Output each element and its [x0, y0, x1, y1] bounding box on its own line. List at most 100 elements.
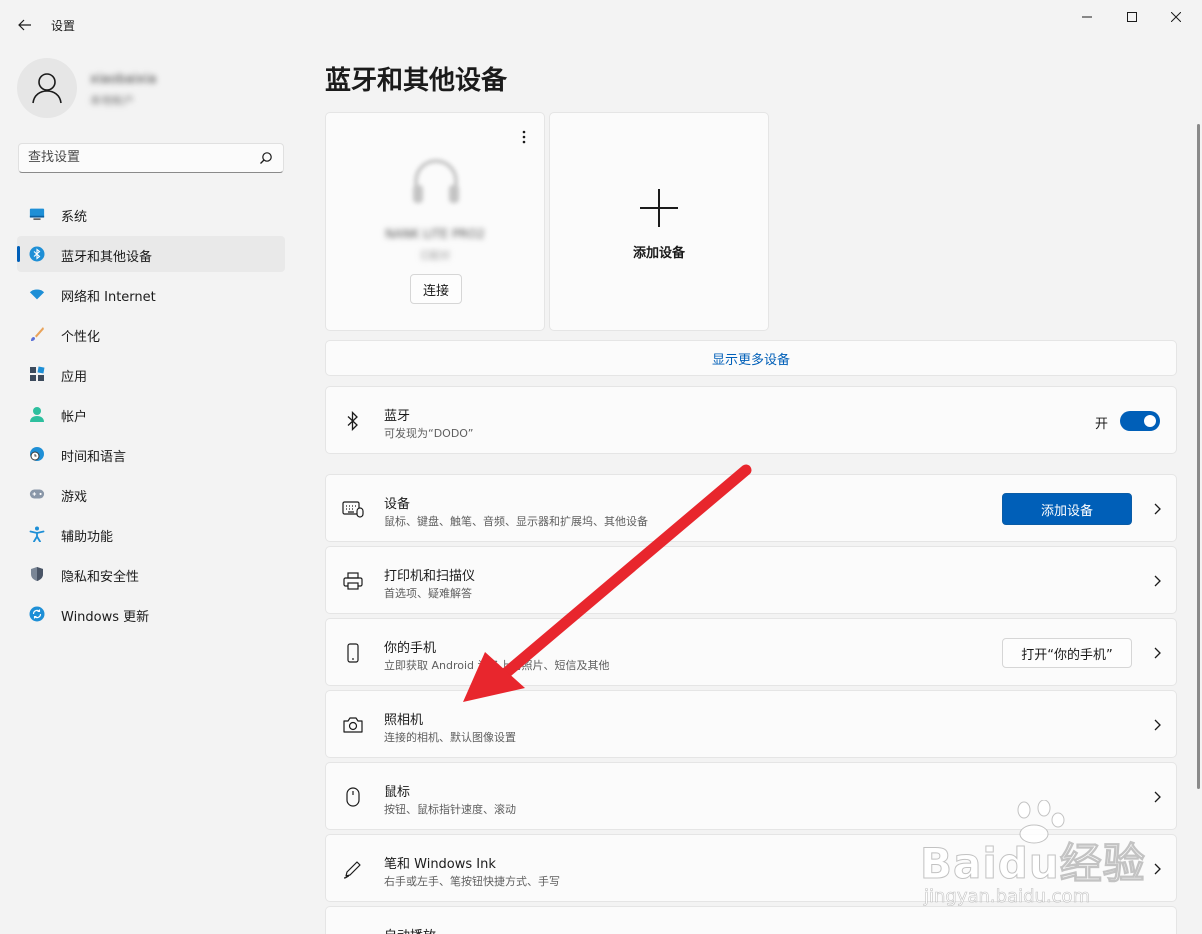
- pen-icon: [342, 858, 364, 880]
- row-subtitle: 鼠标、键盘、触笔、音频、显示器和扩展坞、其他设备: [384, 515, 648, 528]
- brush-icon: [29, 326, 45, 342]
- headphones-icon: [413, 159, 459, 203]
- settings-row-your-phone[interactable]: 你的手机 立即获取 Android 设备上的照片、短信及其他 打开“你的手机”: [325, 618, 1177, 686]
- sidebar-item-apps[interactable]: 应用: [17, 356, 285, 392]
- sidebar-item-gaming[interactable]: 游戏: [17, 476, 285, 512]
- watermark-url: jingyan.baidu.com: [924, 886, 1091, 908]
- bluetooth-toggle[interactable]: [1120, 411, 1160, 431]
- bluetooth-row: 蓝牙 可发现为“DODO” 开: [325, 386, 1177, 454]
- watermark-brand: Baidu经验: [920, 839, 1146, 889]
- close-icon: [1171, 12, 1181, 22]
- globe-clock-icon: [29, 446, 45, 462]
- settings-row-printers[interactable]: 打印机和扫描仪 首选项、疑难解答: [325, 546, 1177, 614]
- user-account-type: 本地帐户: [90, 94, 134, 107]
- open-your-phone-button[interactable]: 打开“你的手机”: [1002, 638, 1132, 668]
- sidebar-item-windows-update[interactable]: Windows 更新: [17, 596, 285, 632]
- sidebar-item-label: 辅助功能: [61, 530, 114, 545]
- gamepad-icon: [29, 486, 45, 502]
- device-status: 已配对: [420, 251, 450, 262]
- more-options-icon[interactable]: [518, 129, 530, 145]
- chevron-right-icon[interactable]: [1152, 502, 1162, 516]
- mouse-icon: [342, 786, 364, 808]
- maximize-button[interactable]: [1109, 0, 1155, 34]
- chevron-right-icon[interactable]: [1152, 574, 1162, 588]
- update-icon: [29, 606, 45, 622]
- row-title: 自动播放: [384, 925, 436, 934]
- show-more-devices-button[interactable]: 显示更多设备: [325, 340, 1177, 376]
- add-device-button[interactable]: 添加设备: [1002, 493, 1132, 525]
- sidebar-item-label: 游戏: [61, 490, 88, 505]
- apps-icon: [29, 366, 45, 382]
- row-subtitle: 立即获取 Android 设备上的照片、短信及其他: [384, 659, 610, 672]
- accessibility-icon: [29, 526, 45, 542]
- sidebar-item-label: Windows 更新: [61, 610, 150, 625]
- sidebar-item-label: 应用: [61, 370, 88, 385]
- settings-row-autoplay[interactable]: 自动播放: [325, 906, 1177, 934]
- back-arrow-icon: [18, 19, 31, 31]
- scrollbar[interactable]: [1197, 124, 1200, 789]
- sidebar-item-label: 系统: [61, 210, 88, 225]
- add-device-card[interactable]: 添加设备: [549, 112, 769, 331]
- sidebar-item-label: 网络和 Internet: [61, 290, 156, 305]
- row-subtitle: 按钮、鼠标指针速度、滚动: [384, 803, 516, 816]
- sidebar-item-label: 蓝牙和其他设备: [61, 250, 153, 265]
- settings-row-camera[interactable]: 照相机 连接的相机、默认图像设置: [325, 690, 1177, 758]
- row-subtitle: 连接的相机、默认图像设置: [384, 731, 516, 744]
- minimize-button[interactable]: [1064, 0, 1110, 34]
- row-title: 设备: [384, 497, 411, 512]
- watermark: Baidu经验 jingyan.baidu.com: [920, 800, 1170, 910]
- monitor-icon: [29, 206, 45, 222]
- search-box[interactable]: [18, 143, 284, 173]
- sidebar-item-network[interactable]: 网络和 Internet: [17, 276, 285, 312]
- row-title: 笔和 Windows Ink: [384, 857, 496, 872]
- plus-icon: [640, 189, 678, 227]
- shield-icon: [29, 566, 45, 582]
- sidebar-item-label: 个性化: [61, 330, 101, 345]
- add-device-label: 添加设备: [632, 246, 685, 261]
- sidebar-item-time-language[interactable]: 时间和语言: [17, 436, 285, 472]
- bluetooth-icon: [29, 246, 45, 262]
- camera-icon: [342, 714, 364, 736]
- toggle-state-label: 开: [1094, 417, 1108, 432]
- row-subtitle: 右手或左手、笔按钮快捷方式、手写: [384, 875, 560, 888]
- minimize-icon: [1082, 16, 1092, 18]
- back-button[interactable]: [10, 10, 40, 40]
- sidebar-item-label: 帐户: [61, 410, 88, 425]
- bluetooth-icon: [342, 410, 364, 432]
- chevron-right-icon[interactable]: [1152, 646, 1162, 660]
- user-icon: [32, 73, 62, 104]
- show-more-label: 显示更多设备: [711, 352, 790, 368]
- printer-icon: [342, 570, 364, 592]
- row-title: 蓝牙: [384, 409, 411, 424]
- device-name: NANK LITE PRO2: [385, 227, 485, 241]
- sidebar-item-label: 时间和语言: [61, 450, 127, 465]
- sidebar-item-personalization[interactable]: 个性化: [17, 316, 285, 352]
- row-title: 鼠标: [384, 785, 411, 800]
- search-input[interactable]: [28, 150, 248, 165]
- sidebar-item-accessibility[interactable]: 辅助功能: [17, 516, 285, 552]
- sidebar-item-bluetooth[interactable]: 蓝牙和其他设备: [17, 236, 285, 272]
- settings-row-devices[interactable]: 设备 鼠标、键盘、触笔、音频、显示器和扩展坞、其他设备 添加设备: [325, 474, 1177, 542]
- wifi-icon: [29, 286, 45, 302]
- sidebar-item-label: 隐私和安全性: [61, 570, 140, 585]
- avatar[interactable]: [17, 58, 77, 118]
- connect-button[interactable]: 连接: [410, 274, 462, 304]
- page-title: 蓝牙和其他设备: [325, 66, 508, 96]
- chevron-right-icon[interactable]: [1152, 718, 1162, 732]
- sidebar-item-privacy[interactable]: 隐私和安全性: [17, 556, 285, 592]
- title-bar: 设置: [0, 0, 1202, 48]
- maximize-icon: [1127, 12, 1137, 22]
- search-icon[interactable]: [259, 151, 273, 165]
- sidebar-nav: 系统 蓝牙和其他设备 网络和 Internet 个性化 应用 帐户 时间和语言 …: [17, 196, 285, 636]
- keyboard-mouse-icon: [342, 498, 364, 520]
- account-icon: [29, 406, 45, 422]
- close-button[interactable]: [1153, 0, 1199, 34]
- row-title: 打印机和扫描仪: [384, 569, 476, 584]
- sidebar-item-system[interactable]: 系统: [17, 196, 285, 232]
- sidebar-item-accounts[interactable]: 帐户: [17, 396, 285, 432]
- app-title: 设置: [51, 19, 76, 33]
- paired-device-card[interactable]: NANK LITE PRO2 已配对 连接: [325, 112, 545, 331]
- row-subtitle: 首选项、疑难解答: [384, 587, 472, 600]
- row-subtitle: 可发现为“DODO”: [384, 427, 474, 440]
- row-title: 照相机: [384, 713, 424, 728]
